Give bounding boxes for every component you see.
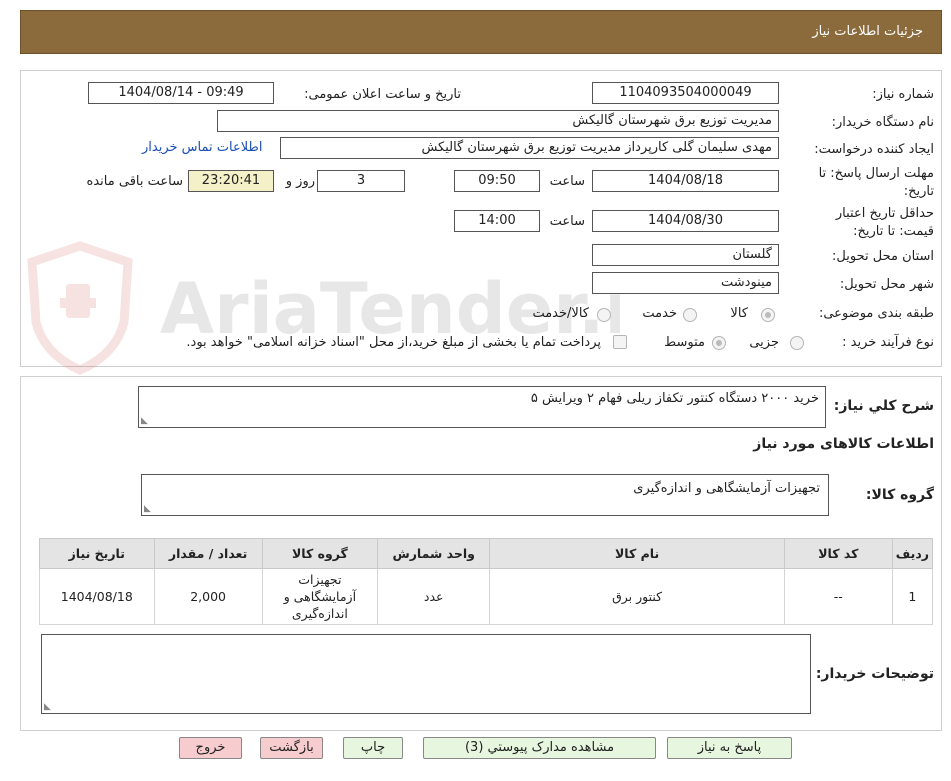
city-label: شهر محل تحویل: <box>839 277 934 292</box>
category-service-label: خدمت <box>642 306 677 321</box>
cell-row: 1 <box>891 568 934 625</box>
process-medium-radio[interactable] <box>712 336 726 350</box>
treasury-payment-checkbox[interactable] <box>613 335 627 349</box>
print-button[interactable]: چاپ <box>343 737 403 759</box>
col-goods-code: کد کالا <box>783 538 893 569</box>
goods-group-label: گروه کالا: <box>865 487 934 503</box>
exit-button[interactable]: خروج <box>179 737 242 759</box>
remaining-time-field: 23:20:41 <box>188 170 274 192</box>
deadline-time-label: ساعت <box>549 174 585 189</box>
announce-field: 1404/08/14 - 09:49 <box>88 82 274 104</box>
reply-button[interactable]: پاسخ به نیاز <box>667 737 792 759</box>
process-minor-radio[interactable] <box>790 336 804 350</box>
city-field: مینودشت <box>592 272 779 294</box>
view-attachments-button[interactable]: مشاهده مدارک پیوستي (3) <box>423 737 656 759</box>
validity-time-label: ساعت <box>549 214 585 229</box>
cell-goods-group: تجهیزات آزمایشگاهی و اندازه‌گیری <box>261 568 379 625</box>
goods-section-title: اطلاعات کالاهای مورد نیاز <box>753 436 934 452</box>
deadline-date-field: 1404/08/18 <box>592 170 779 192</box>
process-label: نوع فرآیند خرید : <box>842 335 934 350</box>
deadline-label: مهلت ارسال پاسخ: تا <box>818 166 934 181</box>
category-goods-radio[interactable] <box>761 308 775 322</box>
items-table: تاریخ نیاز تعداد / مقدار گروه کالا واحد … <box>39 538 934 625</box>
page-header: جزئیات اطلاعات نیاز <box>20 10 942 54</box>
province-field: گلستان <box>592 244 779 266</box>
process-minor-label: جزیی <box>749 335 779 350</box>
category-service-radio[interactable] <box>683 308 697 322</box>
announce-label: تاریخ و ساعت اعلان عمومی: <box>304 87 461 102</box>
buyer-org-field: مدیریت توزیع برق شهرستان گالیکش <box>217 110 779 132</box>
creator-label: ایجاد کننده درخواست: <box>814 142 934 157</box>
category-goods-service-label: کالا/خدمت <box>532 306 589 321</box>
buyer-org-label: نام دستگاه خریدار: <box>831 115 934 130</box>
cell-need-date: 1404/08/18 <box>39 568 155 625</box>
buyer-contact-link[interactable]: اطلاعات تماس خریدار <box>142 140 262 155</box>
need-number-field: 1104093504000049 <box>592 82 779 104</box>
category-goods-label: کالا <box>730 306 748 321</box>
summary-text: خرید ۲۰۰۰ دستگاه کنتور تکفاز ریلی فهام ۲… <box>530 391 819 406</box>
table-header-row: تاریخ نیاز تعداد / مقدار گروه کالا واحد … <box>39 538 934 569</box>
goods-group-textarea[interactable]: تجهیزات آزمایشگاهی و اندازه‌گیری ◢ <box>141 474 829 516</box>
col-quantity: تعداد / مقدار <box>153 538 263 569</box>
days-label: روز و <box>285 174 315 189</box>
col-goods-group: گروه کالا <box>261 538 379 569</box>
col-goods-name: نام کالا <box>489 538 785 569</box>
col-need-date: تاریخ نیاز <box>39 538 155 569</box>
need-number-label: شماره نیاز: <box>872 87 934 102</box>
treasury-payment-note: پرداخت تمام یا بخشی از مبلغ خرید،از محل … <box>186 335 601 350</box>
validity-time-field: 14:00 <box>454 210 540 232</box>
validity-label: حداقل تاریخ اعتبار <box>835 206 934 221</box>
validity-label-date: قیمت: تا تاریخ: <box>853 224 934 239</box>
cell-quantity: 2,000 <box>153 568 263 625</box>
cell-unit: عدد <box>377 568 491 625</box>
creator-field: مهدی سلیمان گلی کارپرداز مدیریت توزیع بر… <box>280 137 779 159</box>
remaining-label: ساعت باقی مانده <box>86 174 183 189</box>
back-button[interactable]: بازگشت <box>260 737 323 759</box>
validity-date-field: 1404/08/30 <box>592 210 779 232</box>
buyer-notes-label: توضیحات خریدار: <box>815 666 934 682</box>
summary-label: شرح کلي نياز: <box>833 398 934 414</box>
table-row: 1404/08/18 2,000 تجهیزات آزمایشگاهی و ان… <box>39 568 934 625</box>
deadline-time-field: 09:50 <box>454 170 540 192</box>
province-label: استان محل تحویل: <box>832 249 934 264</box>
goods-group-text: تجهیزات آزمایشگاهی و اندازه‌گیری <box>633 481 820 496</box>
col-row: ردیف <box>891 538 934 569</box>
resize-grip-icon[interactable]: ◢ <box>141 416 148 426</box>
page-title: جزئیات اطلاعات نیاز <box>812 24 923 39</box>
col-unit: واحد شمارش <box>377 538 491 569</box>
cell-goods-code: -- <box>783 568 893 625</box>
deadline-label-date: تاریخ: <box>903 184 934 199</box>
summary-textarea[interactable]: خرید ۲۰۰۰ دستگاه کنتور تکفاز ریلی فهام ۲… <box>138 386 826 428</box>
days-field: 3 <box>317 170 405 192</box>
cell-goods-name: کنتور برق <box>489 568 785 625</box>
resize-grip-icon[interactable]: ◢ <box>144 504 151 514</box>
buyer-notes-textarea[interactable]: ◢ <box>41 634 811 714</box>
category-goods-service-radio[interactable] <box>597 308 611 322</box>
process-medium-label: متوسط <box>664 335 705 350</box>
resize-grip-icon[interactable]: ◢ <box>44 702 51 712</box>
category-label: طبقه بندی موضوعی: <box>818 306 934 321</box>
